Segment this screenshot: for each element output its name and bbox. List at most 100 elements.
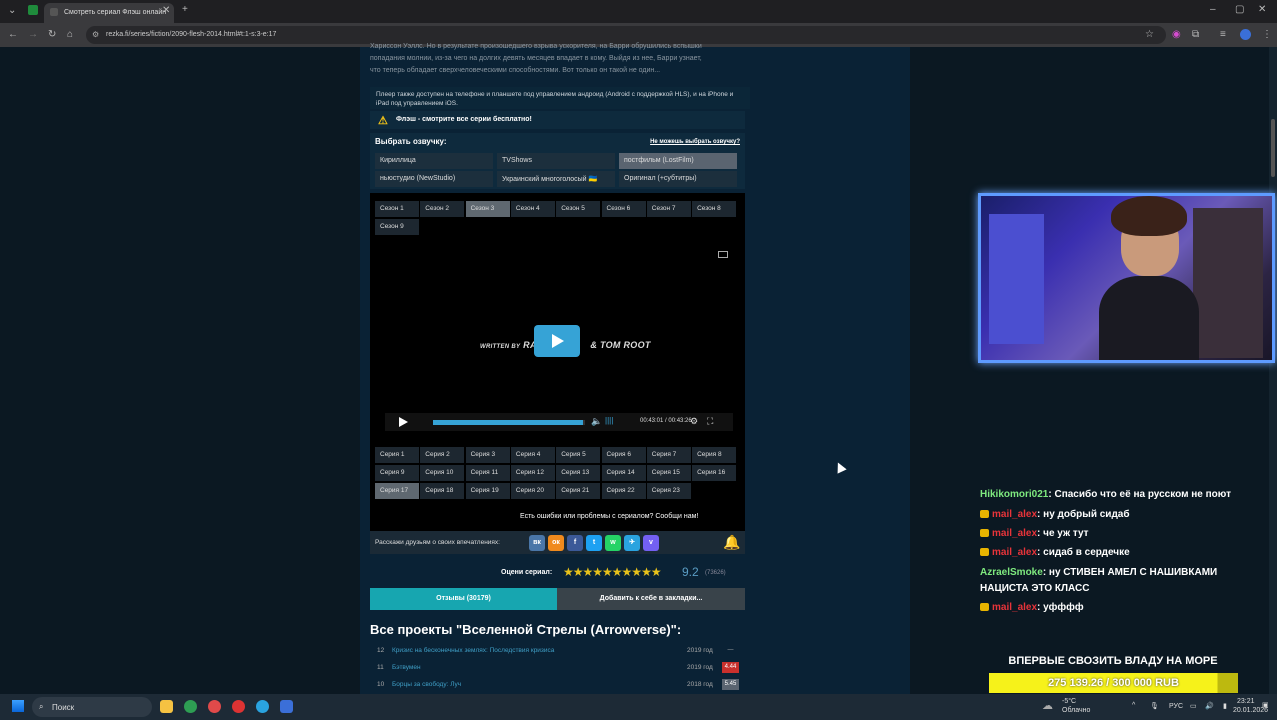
taskbar-search[interactable]: ⌕ Поиск (32, 697, 152, 717)
chat-username[interactable]: mail_alex (992, 602, 1037, 613)
episode-button[interactable]: Серия 3 (465, 447, 510, 463)
picture-in-picture-icon[interactable] (718, 251, 728, 258)
whatsapp-icon[interactable]: w (605, 535, 621, 551)
translator-option[interactable]: Кириллица (375, 153, 493, 169)
translator-option[interactable]: TVShows (497, 153, 615, 169)
file-explorer-icon[interactable] (160, 700, 173, 713)
bell-icon[interactable]: 🔔 (723, 534, 740, 551)
episode-button[interactable]: Серия 14 (601, 465, 646, 481)
big-play-button[interactable] (534, 325, 580, 357)
reviews-tab[interactable]: Отзывы (30179) (370, 588, 557, 610)
bookmark-star-icon[interactable]: ☆ (1145, 30, 1154, 40)
episode-button[interactable]: Серия 16 (692, 465, 737, 481)
extensions-icon[interactable]: ⧉ (1192, 30, 1199, 40)
episode-button[interactable]: Серия 18 (420, 483, 465, 499)
site-info-icon[interactable]: ⚙ (92, 30, 99, 39)
franchise-title-link[interactable]: Борцы за свободу: Луч (392, 681, 461, 688)
clock-time[interactable]: 23:21 (1237, 698, 1255, 705)
ok-icon[interactable]: ок (548, 535, 564, 551)
vk-icon[interactable]: вк (529, 535, 545, 551)
volume-icon[interactable]: 🔈 (591, 416, 602, 427)
translator-option[interactable]: Оригинал (+субтитры) (619, 171, 737, 187)
season-tab-active[interactable]: Сезон 3 (465, 201, 510, 217)
speaker-icon[interactable]: 🔊 (1205, 702, 1214, 710)
telegram-icon[interactable]: ✈ (624, 535, 640, 551)
tab-menu-icon[interactable]: ⌄ (8, 6, 16, 16)
season-tab[interactable]: Сезон 6 (601, 201, 646, 217)
episode-button[interactable]: Серия 12 (510, 465, 555, 481)
report-error-link[interactable]: Есть ошибки или проблемы с сериалом? Соо… (520, 513, 698, 520)
episode-button[interactable]: Серия 8 (692, 447, 737, 463)
network-icon[interactable]: ▭ (1190, 702, 1197, 710)
forward-icon[interactable]: → (28, 30, 38, 40)
chat-username[interactable]: AzraelSmoke (980, 567, 1043, 578)
episode-button[interactable]: Серия 2 (420, 447, 465, 463)
browser-tab-active[interactable]: Смотреть сериал Флэш онлайн (44, 3, 174, 23)
reload-icon[interactable]: ↻ (48, 30, 56, 40)
keyboard-language[interactable]: РУС (1169, 703, 1183, 710)
app-icon[interactable] (280, 700, 293, 713)
episode-button[interactable]: Серия 22 (601, 483, 646, 499)
twitter-icon[interactable]: t (586, 535, 602, 551)
volume-slider[interactable]: |||| (605, 416, 613, 425)
start-menu-icon[interactable] (12, 700, 24, 712)
episode-button[interactable]: Серия 10 (420, 465, 465, 481)
translator-option[interactable]: Украинский многоголосый 🇺🇦 (497, 171, 615, 187)
translator-option[interactable]: ньюстудио (NewStudio) (375, 171, 493, 187)
chat-username[interactable]: mail_alex (992, 509, 1037, 520)
chrome-icon[interactable] (184, 700, 197, 713)
franchise-row[interactable]: 11 Бэтвумен 2019 год 4.44 (370, 660, 745, 677)
battery-icon[interactable]: ▮ (1223, 702, 1227, 710)
franchise-row[interactable]: 10 Борцы за свободу: Луч 2018 год 5.45 (370, 677, 745, 694)
episode-button[interactable]: Серия 19 (465, 483, 510, 499)
tray-expand-icon[interactable]: ^ (1132, 702, 1135, 709)
episode-button[interactable]: Серия 20 (510, 483, 555, 499)
episode-button[interactable]: Серия 21 (556, 483, 601, 499)
sheets-tab-icon[interactable] (28, 5, 38, 15)
play-icon[interactable] (399, 417, 408, 427)
video-frame[interactable]: WRITTEN BY RAC & TOM ROOT (370, 236, 745, 436)
episode-button[interactable]: Серия 5 (556, 447, 601, 463)
episode-button[interactable]: Серия 15 (646, 465, 691, 481)
chat-username[interactable]: mail_alex (992, 547, 1037, 558)
telegram-icon[interactable] (256, 700, 269, 713)
episode-button[interactable]: Серия 13 (556, 465, 601, 481)
franchise-row[interactable]: 12 Кризис на бесконечных землях: Последст… (370, 643, 745, 660)
back-icon[interactable]: ← (8, 30, 18, 40)
episode-button[interactable]: Серия 11 (465, 465, 510, 481)
settings-gear-icon[interactable]: ⚙ (690, 416, 698, 427)
add-bookmark-tab[interactable]: Добавить к себе в закладки... (557, 588, 745, 610)
chat-username[interactable]: Hikikomori021 (980, 489, 1048, 500)
viber-icon[interactable]: v (643, 535, 659, 551)
franchise-title-link[interactable]: Кризис на бесконечных землях: Последстви… (392, 647, 554, 654)
episode-button[interactable]: Серия 23 (646, 483, 691, 499)
app-icon[interactable] (232, 700, 245, 713)
minimize-icon[interactable]: – (1210, 5, 1216, 15)
scrollbar[interactable] (1269, 47, 1277, 694)
app-icon[interactable] (208, 700, 221, 713)
close-tab-icon[interactable]: ✕ (162, 6, 170, 16)
translator-option-active[interactable]: постфильм (LostFilm) (619, 153, 737, 169)
extension-icon[interactable]: ◉ (1172, 30, 1181, 40)
season-tab[interactable]: Сезон 2 (420, 201, 465, 217)
season-tab[interactable]: Сезон 9 (375, 219, 419, 235)
microphone-icon[interactable]: 🎙 (1150, 702, 1159, 710)
weather-cloud-icon[interactable]: ☁ (1042, 699, 1053, 712)
franchise-title-link[interactable]: Бэтвумен (392, 664, 421, 671)
translator-help-link[interactable]: Не можешь выбрать озвучку? (650, 139, 740, 145)
notifications-icon[interactable]: ▣ (1262, 701, 1269, 709)
episode-button[interactable]: Серия 4 (510, 447, 555, 463)
progress-bar[interactable] (433, 420, 585, 425)
episode-button[interactable]: Серия 1 (375, 447, 419, 463)
chat-username[interactable]: mail_alex (992, 528, 1037, 539)
browser-menu-icon[interactable]: ⋮ (1262, 30, 1272, 40)
fullscreen-icon[interactable]: ⛶ (707, 416, 713, 427)
new-tab-icon[interactable]: + (182, 5, 188, 15)
home-icon[interactable]: ⌂ (67, 30, 73, 40)
scroll-thumb[interactable] (1271, 119, 1275, 177)
profile-avatar[interactable] (1240, 29, 1251, 40)
close-window-icon[interactable]: ✕ (1258, 5, 1266, 15)
season-tab[interactable]: Сезон 1 (375, 201, 419, 217)
season-tab[interactable]: Сезон 4 (510, 201, 555, 217)
episode-button[interactable]: Серия 9 (375, 465, 419, 481)
